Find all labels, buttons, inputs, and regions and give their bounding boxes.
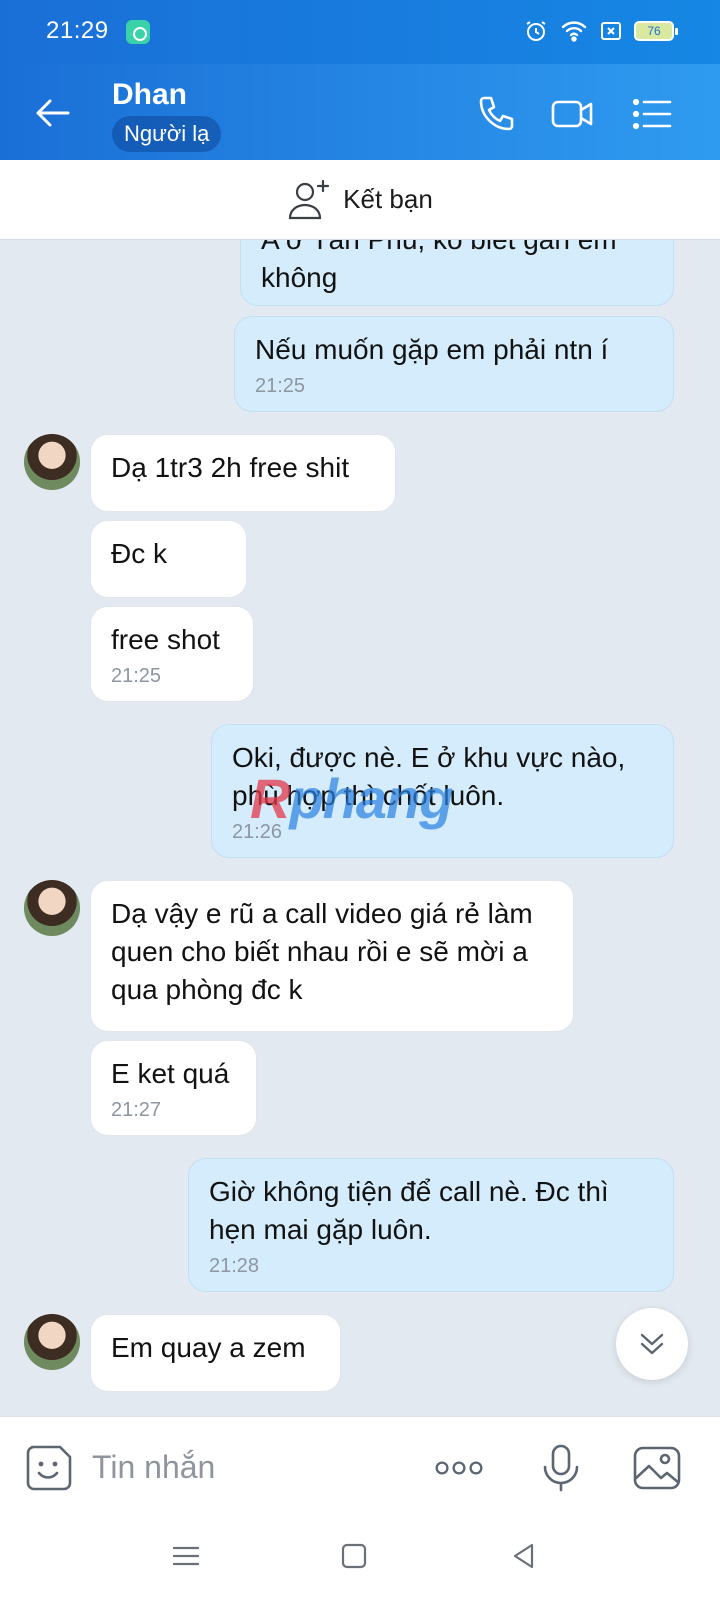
add-friend-button[interactable]: Kết bạn [0, 160, 720, 240]
notification-app-icon [126, 20, 150, 44]
wifi-icon [561, 21, 587, 42]
message-text: Dạ vậy e rũ a call video giá rẻ làm quen… [111, 898, 533, 1005]
more-dots-icon[interactable] [434, 1443, 484, 1493]
incoming-message[interactable]: Dạ 1tr3 2h free shit [90, 434, 396, 512]
watermark-logo: Rphang [250, 766, 453, 831]
status-bar: 21:29 76 [0, 0, 720, 64]
message-list[interactable]: A ở Tân Phú, ko biết gần em không Nếu mu… [0, 240, 720, 1416]
message-text: Dạ 1tr3 2h free shit [111, 452, 350, 483]
incoming-message[interactable]: Em quay a zem [90, 1314, 341, 1392]
watermark-rest: phang [289, 767, 453, 830]
avatar[interactable] [24, 434, 80, 490]
outgoing-message[interactable]: Giờ không tiện để call nè. Đc thì hẹn ma… [188, 1158, 674, 1292]
home-icon[interactable] [338, 1540, 370, 1572]
message-text: Em quay a zem [111, 1332, 306, 1363]
list-menu-icon[interactable] [630, 92, 674, 136]
avatar[interactable] [24, 880, 80, 936]
add-friend-label: Kết bạn [343, 184, 433, 214]
incoming-message[interactable]: free shot 21:25 [90, 606, 254, 702]
sim-off-icon [601, 22, 621, 40]
outgoing-message[interactable]: Nếu muốn gặp em phải ntn í 21:25 [234, 316, 674, 412]
message-time: 21:25 [255, 375, 306, 397]
sticker-icon[interactable] [24, 1443, 74, 1493]
recent-apps-icon[interactable] [170, 1540, 202, 1572]
message-text: Nếu muốn gặp em phải ntn í [255, 334, 609, 365]
outgoing-message[interactable]: A ở Tân Phú, ko biết gần em không [240, 240, 674, 306]
status-indicators: 76 [524, 19, 678, 43]
battery-indicator: 76 [634, 21, 678, 41]
alarm-icon [526, 21, 546, 41]
arrow-left-icon[interactable] [30, 90, 76, 136]
microphone-icon[interactable] [536, 1443, 586, 1493]
add-person-icon [289, 179, 330, 219]
message-time: 21:28 [209, 1255, 260, 1277]
message-time: 21:27 [111, 1099, 162, 1121]
message-text: Giờ không tiện để call nè. Đc thì hẹn ma… [209, 1176, 609, 1245]
watermark-first-letter: R [250, 767, 290, 830]
message-input[interactable] [92, 1441, 392, 1493]
stranger-badge: Người lạ [112, 116, 222, 152]
incoming-message[interactable]: Dạ vậy e rũ a call video giá rẻ làm quen… [90, 880, 574, 1032]
avatar[interactable] [24, 1314, 80, 1370]
video-camera-icon[interactable] [550, 92, 594, 136]
image-icon[interactable] [632, 1443, 682, 1493]
message-time: 21:25 [111, 665, 162, 687]
phone-icon[interactable] [474, 92, 518, 136]
chat-header: Dhan Người lạ [0, 64, 720, 160]
scroll-to-bottom-button[interactable] [616, 1308, 688, 1380]
incoming-message[interactable]: Đc k [90, 520, 247, 598]
system-nav-bar [0, 1516, 720, 1600]
contact-name[interactable]: Dhan [112, 78, 187, 112]
message-text: A ở Tân Phú, ko biết gần em không [261, 240, 617, 293]
incoming-message[interactable]: E ket quá 21:27 [90, 1040, 257, 1136]
message-input-bar [0, 1416, 720, 1516]
message-text: E ket quá [111, 1058, 230, 1089]
back-nav-icon[interactable] [508, 1540, 540, 1572]
status-time: 21:29 [46, 17, 109, 44]
message-text: free shot [111, 624, 220, 655]
message-text: Đc k [111, 538, 167, 569]
double-chevron-down-icon [640, 1333, 664, 1355]
